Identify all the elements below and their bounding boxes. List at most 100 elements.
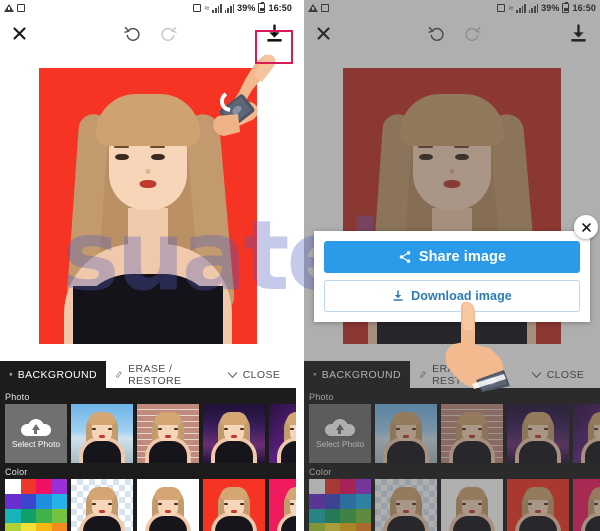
palette-cell-12[interactable] bbox=[309, 523, 325, 531]
palette-cell-4[interactable] bbox=[5, 493, 21, 509]
color-palette-swatch[interactable] bbox=[5, 479, 67, 531]
palette-cell-7[interactable] bbox=[355, 493, 371, 509]
color-palette-swatch[interactable] bbox=[309, 479, 371, 531]
palette-cell-6[interactable] bbox=[36, 493, 52, 509]
color-section-label: Color bbox=[5, 467, 28, 477]
palette-cell-14[interactable] bbox=[36, 523, 52, 531]
color-thumb-red[interactable] bbox=[507, 479, 569, 531]
palette-cell-2[interactable] bbox=[340, 479, 356, 494]
undo-button[interactable] bbox=[424, 20, 450, 46]
select-photo-button[interactable]: Select Photo bbox=[309, 404, 371, 463]
palette-cell-8[interactable] bbox=[309, 508, 325, 524]
palette-cell-9[interactable] bbox=[20, 508, 36, 524]
wifi-icon: ≈ bbox=[204, 2, 210, 13]
color-thumb-white[interactable] bbox=[441, 479, 503, 531]
download-image-button[interactable]: Download image bbox=[324, 280, 580, 312]
tab-background[interactable]: BACKGROUND bbox=[304, 361, 410, 388]
palette-cell-15[interactable] bbox=[51, 523, 67, 531]
tab-close[interactable]: CLOSE bbox=[515, 361, 600, 388]
palette-cell-15[interactable] bbox=[355, 523, 371, 531]
photo-thumb-beach[interactable] bbox=[375, 404, 437, 463]
palette-cell-6[interactable] bbox=[340, 493, 356, 509]
redo-button[interactable] bbox=[459, 20, 485, 46]
cloud-upload-icon bbox=[325, 418, 355, 436]
photo-thumb-beach[interactable] bbox=[71, 404, 133, 463]
download-button[interactable] bbox=[262, 21, 286, 45]
photo-thumb-brick[interactable] bbox=[137, 404, 199, 463]
color-thumb-red[interactable] bbox=[203, 479, 265, 531]
photo-thumb-purple[interactable] bbox=[573, 404, 600, 463]
palette-cell-0[interactable] bbox=[5, 479, 21, 494]
palette-cell-5[interactable] bbox=[324, 493, 340, 509]
palette-cell-10[interactable] bbox=[340, 508, 356, 524]
color-thumb-white[interactable] bbox=[137, 479, 199, 531]
download-button[interactable] bbox=[566, 21, 590, 45]
color-thumb-pink[interactable] bbox=[269, 479, 296, 531]
palette-cell-4[interactable] bbox=[309, 493, 325, 509]
photo-thumb-brick[interactable] bbox=[441, 404, 503, 463]
photo-thumb-city[interactable] bbox=[507, 404, 569, 463]
battery-percent: 39% bbox=[237, 3, 256, 13]
palette-cell-3[interactable] bbox=[51, 479, 67, 494]
undo-button[interactable] bbox=[120, 20, 146, 46]
palette-cell-10[interactable] bbox=[36, 508, 52, 524]
left-phone-panel: ≈ 39% 16:50 BACKGROUND ERASE / RESTORE C… bbox=[0, 0, 296, 531]
photo-thumb-city[interactable] bbox=[203, 404, 265, 463]
palette-cell-8[interactable] bbox=[5, 508, 21, 524]
download-icon bbox=[393, 290, 403, 301]
palette-cell-13[interactable] bbox=[20, 523, 36, 531]
photo-thumbnail-row[interactable]: Select Photo bbox=[0, 404, 296, 463]
photo-thumbnail-row[interactable]: Select Photo bbox=[304, 404, 600, 463]
color-thumb-pink[interactable] bbox=[573, 479, 600, 531]
palette-cell-12[interactable] bbox=[5, 523, 21, 531]
select-photo-button[interactable]: Select Photo bbox=[5, 404, 67, 463]
redo-button[interactable] bbox=[155, 20, 181, 46]
close-button[interactable] bbox=[8, 22, 30, 44]
palette-cell-2[interactable] bbox=[36, 479, 52, 494]
tab-erase-restore[interactable]: ERASE / RESTORE bbox=[106, 361, 211, 388]
eraser-icon bbox=[115, 371, 122, 378]
editor-toolbar bbox=[0, 16, 296, 64]
editor-tabs: BACKGROUND ERASE / RESTORE CLOSE bbox=[0, 361, 296, 388]
share-image-button[interactable]: Share image bbox=[324, 241, 580, 273]
editor-panel: BACKGROUND ERASE / RESTORE CLOSE Photo S… bbox=[304, 361, 600, 531]
color-thumbnail-row[interactable] bbox=[304, 479, 600, 531]
palette-cell-11[interactable] bbox=[355, 508, 371, 524]
palette-cell-5[interactable] bbox=[20, 493, 36, 509]
color-thumb-transparent[interactable] bbox=[71, 479, 133, 531]
chevron-down-icon bbox=[531, 371, 541, 378]
chevron-down-icon bbox=[227, 371, 237, 378]
image-canvas[interactable] bbox=[0, 50, 296, 361]
palette-cell-13[interactable] bbox=[324, 523, 340, 531]
eraser-icon bbox=[419, 371, 426, 378]
battery-icon bbox=[562, 1, 570, 13]
palette-cell-3[interactable] bbox=[355, 479, 371, 494]
dialog-close-button[interactable] bbox=[574, 215, 598, 239]
battery-icon bbox=[258, 1, 266, 13]
close-button[interactable] bbox=[312, 22, 334, 44]
tab-background[interactable]: BACKGROUND bbox=[0, 361, 106, 388]
tab-close-label: CLOSE bbox=[546, 368, 585, 381]
status-bar-right: ≈ 39% 16:50 bbox=[193, 1, 292, 13]
palette-cell-14[interactable] bbox=[340, 523, 356, 531]
tab-erase-restore[interactable]: ERASE / RESTORE bbox=[410, 361, 515, 388]
editor-toolbar-dimmed bbox=[304, 16, 600, 50]
palette-cell-7[interactable] bbox=[51, 493, 67, 509]
palette-cell-9[interactable] bbox=[324, 508, 340, 524]
redo-icon bbox=[465, 26, 481, 42]
download-icon bbox=[266, 23, 282, 42]
palette-cell-0[interactable] bbox=[309, 479, 325, 494]
color-thumb-transparent[interactable] bbox=[375, 479, 437, 531]
photo-thumb-purple[interactable] bbox=[269, 404, 296, 463]
signal2-icon bbox=[224, 3, 235, 13]
editor-tabs: BACKGROUND ERASE / RESTORE CLOSE bbox=[304, 361, 600, 388]
tab-close[interactable]: CLOSE bbox=[211, 361, 296, 388]
palette-cell-1[interactable] bbox=[20, 479, 36, 494]
palette-cell-11[interactable] bbox=[51, 508, 67, 524]
tab-background-label: BACKGROUND bbox=[321, 368, 401, 381]
color-thumbnail-row[interactable] bbox=[0, 479, 296, 531]
close-icon bbox=[316, 26, 330, 40]
signal-icon bbox=[516, 3, 526, 13]
palette-cell-1[interactable] bbox=[324, 479, 340, 494]
undo-icon bbox=[124, 26, 140, 42]
